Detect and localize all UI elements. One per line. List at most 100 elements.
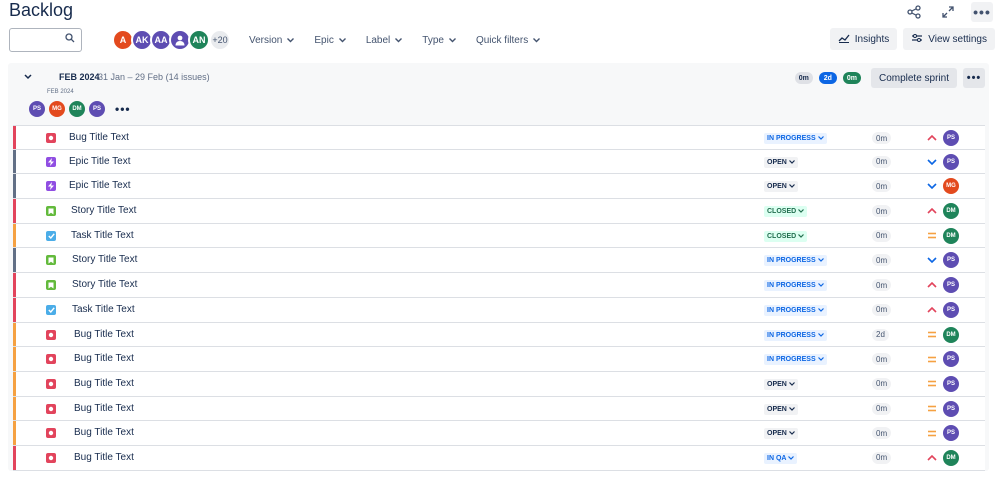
sprint-more-icon[interactable]: •••: [963, 68, 985, 88]
status-label: IN PROGRESS: [767, 356, 816, 364]
status-color-bar: [13, 347, 16, 371]
more-avatars-badge[interactable]: +20: [209, 29, 231, 51]
issue-title[interactable]: Bug Title Text: [74, 353, 134, 364]
issue-row[interactable]: Bug Title Text OPEN 0m PS: [13, 421, 985, 446]
bug-icon: [46, 329, 56, 340]
status-dropdown[interactable]: OPEN: [764, 428, 798, 440]
status-dropdown[interactable]: IN QA: [764, 452, 798, 464]
complete-sprint-button[interactable]: Complete sprint: [870, 68, 957, 88]
page-title: Backlog: [9, 0, 74, 20]
filter-label: Label: [365, 34, 391, 46]
issue-title[interactable]: Bug Title Text: [69, 132, 129, 143]
priority-medium-icon: [926, 401, 938, 417]
status-dropdown[interactable]: IN PROGRESS: [764, 354, 827, 366]
issue-row[interactable]: Task Title Text IN PROGRESS 0m PS: [13, 297, 985, 323]
assignee-avatar[interactable]: DM: [943, 449, 959, 466]
issue-title[interactable]: Bug Title Text: [74, 378, 134, 389]
avatar[interactable]: MG: [49, 101, 65, 117]
estimate-badge: 0m: [872, 254, 892, 267]
epic-icon: [46, 156, 56, 167]
issue-title[interactable]: Epic Title Text: [69, 180, 131, 191]
assignee-avatar[interactable]: PS: [943, 130, 959, 146]
search-input[interactable]: [9, 28, 82, 52]
bug-icon: [46, 428, 56, 439]
status-dropdown[interactable]: IN PROGRESS: [764, 133, 827, 144]
filter-quick-filters[interactable]: Quick filters: [466, 28, 550, 52]
more-icon[interactable]: •••: [971, 2, 993, 22]
more-icon[interactable]: •••: [115, 102, 131, 116]
estimate-badge: 0m: [872, 229, 892, 242]
assignee-avatar[interactable]: PS: [943, 252, 959, 269]
assignee-avatar[interactable]: PS: [943, 277, 959, 294]
avatar[interactable]: PS: [89, 101, 105, 117]
status-dropdown[interactable]: OPEN: [764, 181, 798, 193]
filter-dropdowns: Version Epic Label Type Quick filters: [239, 28, 550, 52]
view-settings-button[interactable]: View settings: [903, 28, 995, 50]
estimate-badge: 0m: [872, 205, 892, 218]
assignee-avatar[interactable]: MG: [943, 178, 959, 195]
assignee-avatar[interactable]: PS: [943, 400, 959, 417]
expand-icon[interactable]: [937, 2, 959, 22]
assignee-avatar[interactable]: PS: [943, 425, 959, 442]
assignee-avatar[interactable]: DM: [943, 326, 959, 343]
issue-title[interactable]: Task Title Text: [72, 304, 135, 315]
status-dropdown[interactable]: OPEN: [764, 378, 798, 390]
issue-row[interactable]: Bug Title Text IN PROGRESS 0m PS: [13, 125, 985, 150]
issue-row[interactable]: Bug Title Text IN PROGRESS 0m PS: [13, 347, 985, 372]
status-label: CLOSED: [767, 232, 797, 240]
assignee-avatar[interactable]: DM: [943, 203, 959, 220]
chevron-down-icon: [788, 406, 795, 413]
status-dropdown[interactable]: IN PROGRESS: [764, 255, 827, 267]
issue-row[interactable]: Story Title Text IN PROGRESS 0m PS: [13, 248, 985, 274]
issue-title[interactable]: Bug Title Text: [74, 403, 134, 414]
avatar[interactable]: AN: [188, 29, 210, 51]
assignee-avatar[interactable]: PS: [943, 301, 959, 318]
issue-title[interactable]: Story Title Text: [71, 205, 136, 216]
issue-row[interactable]: Epic Title Text OPEN 0m MG: [13, 174, 985, 200]
assignee-avatar[interactable]: PS: [943, 375, 959, 392]
issue-row[interactable]: Bug Title Text IN PROGRESS 2d DM: [13, 322, 985, 348]
status-dropdown[interactable]: CLOSED: [764, 206, 808, 218]
search-field[interactable]: [14, 30, 70, 50]
sprint-name: FEB 2024: [59, 72, 100, 82]
assignee-avatar[interactable]: PS: [943, 153, 959, 170]
issue-row[interactable]: Bug Title Text IN QA 0m DM: [13, 445, 985, 471]
issue-row[interactable]: Bug Title Text OPEN 0m PS: [13, 396, 985, 422]
filter-epic[interactable]: Epic: [304, 28, 355, 52]
status-dropdown[interactable]: OPEN: [764, 403, 798, 415]
status-color-bar: [13, 273, 16, 297]
issue-title[interactable]: Bug Title Text: [74, 452, 134, 463]
avatar[interactable]: DM: [69, 101, 85, 117]
issue-title[interactable]: Epic Title Text: [69, 156, 131, 167]
status-color-bar: [13, 126, 16, 149]
chevron-down-icon[interactable]: [24, 72, 32, 82]
issue-title[interactable]: Bug Title Text: [74, 427, 134, 438]
status-dropdown[interactable]: CLOSED: [764, 230, 808, 242]
status-dropdown[interactable]: IN PROGRESS: [764, 304, 827, 316]
issue-title[interactable]: Bug Title Text: [74, 329, 134, 340]
chevron-down-icon: [533, 36, 541, 45]
sprint-dates: 31 Jan – 29 Feb (14 issues): [98, 72, 210, 82]
status-dropdown[interactable]: IN PROGRESS: [764, 280, 827, 292]
issue-row[interactable]: Bug Title Text OPEN 0m PS: [13, 371, 985, 397]
issue-row[interactable]: Story Title Text CLOSED 0m DM: [13, 199, 985, 224]
issue-row[interactable]: Epic Title Text OPEN 0m PS: [13, 149, 985, 175]
status-dropdown[interactable]: OPEN: [764, 156, 798, 168]
issue-title[interactable]: Story Title Text: [72, 254, 137, 265]
insights-button[interactable]: Insights: [829, 28, 898, 50]
assignee-avatar[interactable]: DM: [943, 227, 959, 244]
issue-row[interactable]: Story Title Text IN PROGRESS 0m PS: [13, 273, 985, 298]
estimate-badge: 0m: [872, 155, 892, 168]
issue-title[interactable]: Task Title Text: [71, 230, 134, 241]
issue-title[interactable]: Story Title Text: [72, 279, 137, 290]
filter-version[interactable]: Version: [239, 28, 304, 52]
view-actions: Insights View settings: [829, 28, 995, 50]
filter-label[interactable]: Label: [356, 28, 412, 52]
issue-row[interactable]: Task Title Text CLOSED 0m DM: [13, 223, 985, 249]
chevron-down-icon: [798, 233, 805, 240]
filter-type[interactable]: Type: [412, 28, 466, 52]
status-dropdown[interactable]: IN PROGRESS: [764, 329, 827, 341]
share-icon[interactable]: [903, 2, 925, 22]
assignee-avatar[interactable]: PS: [943, 351, 959, 368]
avatar[interactable]: PS: [29, 101, 45, 117]
